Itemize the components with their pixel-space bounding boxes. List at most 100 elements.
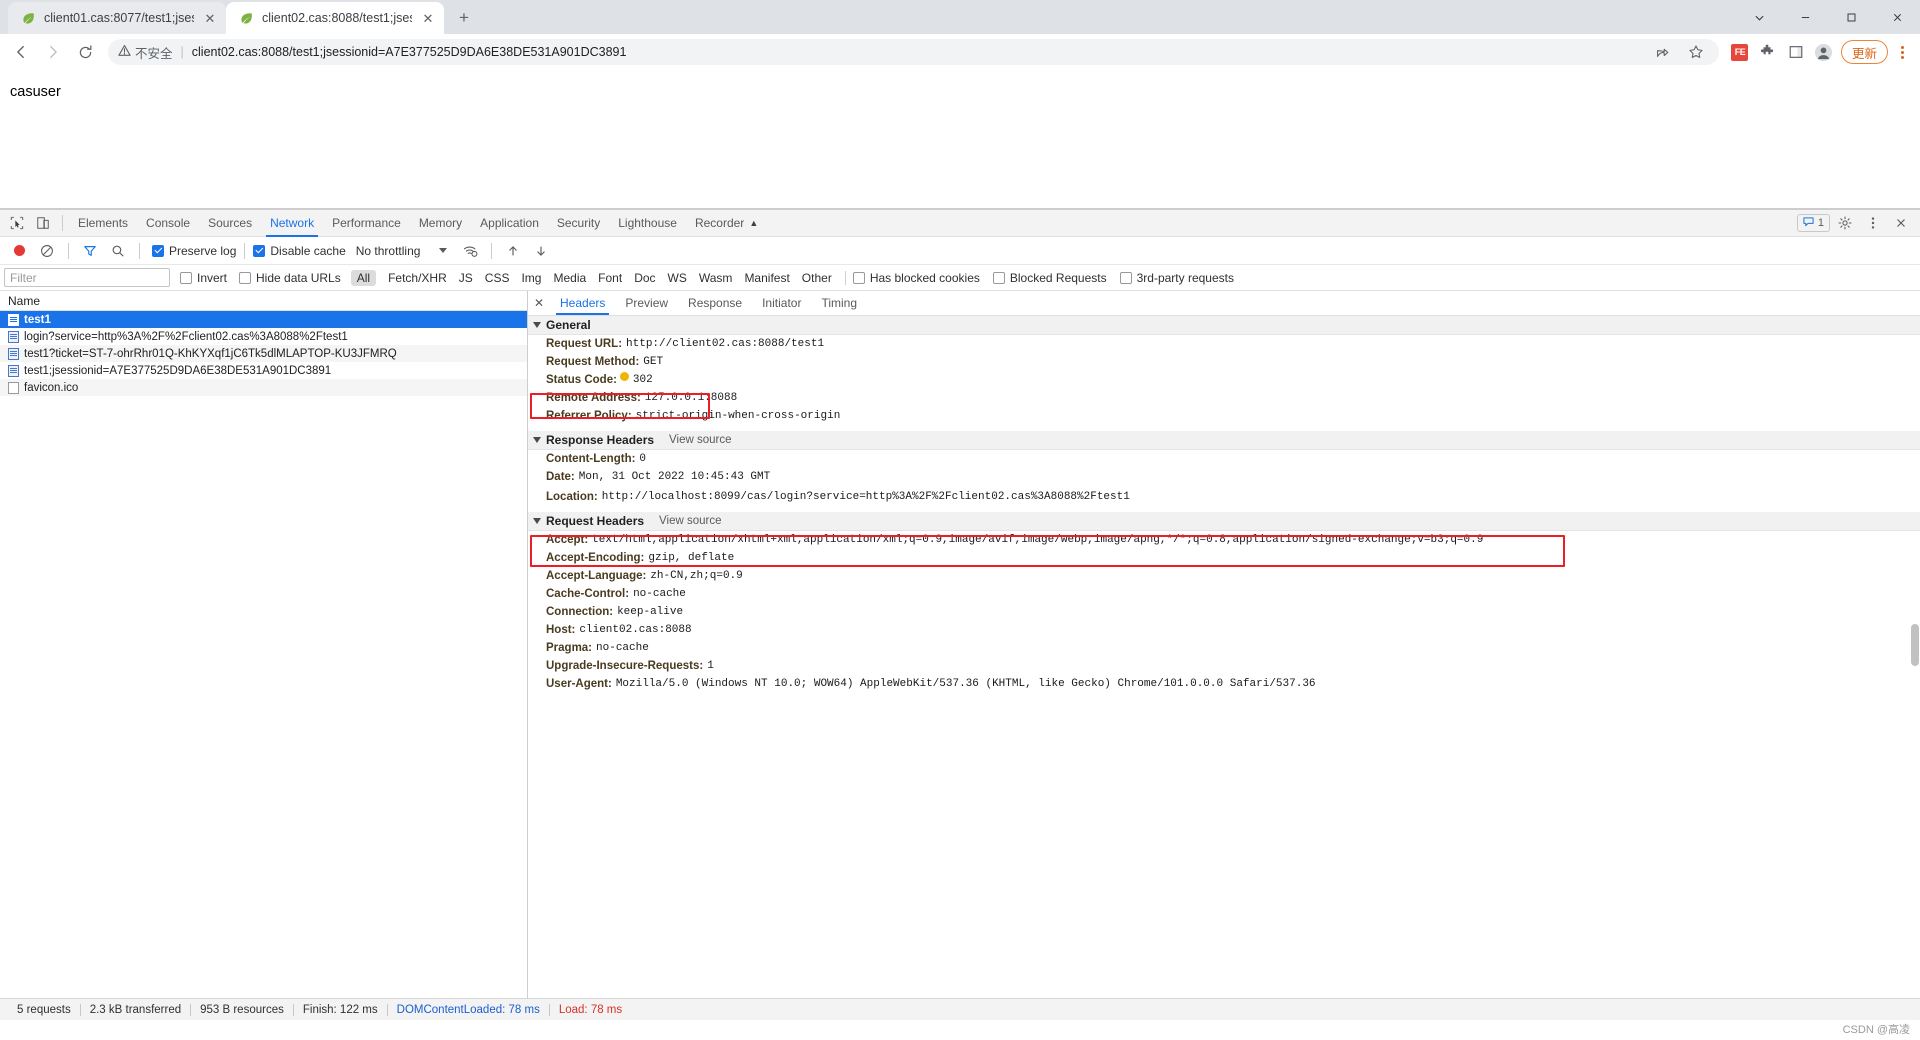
detail-tab-timing[interactable]: Timing	[811, 291, 867, 315]
section-general-header[interactable]: General	[528, 316, 1920, 335]
page-content: casuser	[0, 70, 1920, 209]
filter-type-media[interactable]: Media	[547, 270, 592, 286]
vertical-scrollbar[interactable]	[1911, 624, 1919, 666]
detail-tab-preview[interactable]: Preview	[615, 291, 678, 315]
header-value: strict-origin-when-cross-origin	[635, 410, 841, 422]
back-button[interactable]	[6, 37, 36, 67]
star-icon[interactable]	[1683, 39, 1709, 65]
invert-checkbox[interactable]: Invert	[180, 271, 227, 285]
tab-console[interactable]: Console	[137, 210, 199, 237]
blocked-requests-checkbox[interactable]: Blocked Requests	[992, 271, 1107, 285]
issues-counter[interactable]: 1	[1796, 214, 1830, 232]
header-name: Remote Address:	[546, 392, 641, 404]
filter-type-js[interactable]: JS	[453, 270, 479, 286]
header-row-connection: Connection: keep-alive	[528, 603, 1920, 621]
preserve-log-checkbox[interactable]: Preserve log	[152, 244, 236, 258]
browser-menu-chevron-icon[interactable]	[1736, 0, 1782, 34]
invert-label: Invert	[197, 270, 228, 285]
request-row-test1-jsessionid[interactable]: test1;jsessionid=A7E377525D9DA6E38DE531A…	[0, 362, 527, 379]
throttling-dropdown[interactable]: No throttling	[356, 244, 448, 258]
browser-tab-1-close-icon[interactable]: ✕	[202, 10, 218, 26]
forward-button[interactable]	[38, 37, 68, 67]
export-har-icon[interactable]	[528, 239, 554, 263]
three-dots-vertical-icon[interactable]	[1860, 211, 1886, 235]
has-blocked-cookies-checkbox[interactable]: Has blocked cookies	[852, 271, 980, 285]
filter-type-manifest[interactable]: Manifest	[738, 270, 795, 286]
profile-avatar-icon[interactable]	[1811, 39, 1837, 65]
new-tab-button[interactable]: +	[450, 4, 478, 32]
detail-tab-response[interactable]: Response	[678, 291, 752, 315]
response-view-source-link[interactable]: View source	[669, 434, 731, 446]
update-button[interactable]: 更新	[1840, 40, 1888, 64]
browser-toolbar: 不安全 | client02.cas:8088/test1;jsessionid…	[0, 34, 1920, 70]
header-name: Pragma:	[546, 642, 593, 654]
header-value: no-cache	[596, 642, 649, 654]
search-icon[interactable]	[105, 239, 131, 263]
three-dots-menu-icon[interactable]	[1890, 39, 1914, 65]
tab-security[interactable]: Security	[548, 210, 609, 237]
filter-type-fetch-xhr[interactable]: Fetch/XHR	[382, 270, 453, 286]
filter-type-font[interactable]: Font	[592, 270, 628, 286]
detail-close-icon[interactable]: ✕	[528, 291, 550, 315]
tab-sources[interactable]: Sources	[199, 210, 261, 237]
browser-tab-1[interactable]: client01.cas:8077/test1;jsessio ✕	[8, 2, 226, 34]
filter-type-wasm[interactable]: Wasm	[693, 270, 739, 286]
request-list-column-header[interactable]: Name	[0, 291, 527, 311]
tab-network[interactable]: Network	[261, 210, 323, 237]
puzzle-icon[interactable]	[1755, 39, 1781, 65]
request-view-source-link[interactable]: View source	[659, 515, 721, 527]
request-row-favicon[interactable]: favicon.ico	[0, 379, 527, 396]
window-close-button[interactable]	[1874, 0, 1920, 34]
headers-scroll-area[interactable]: General Request URL: http://client02.cas…	[528, 316, 1920, 998]
record-button[interactable]	[6, 239, 32, 263]
section-request-headers-header[interactable]: Request Headers View source	[528, 512, 1920, 531]
tab-application[interactable]: Application	[471, 210, 548, 237]
detail-tab-bar: ✕ Headers Preview Response Initiator Tim…	[528, 291, 1920, 316]
detail-tab-initiator[interactable]: Initiator	[752, 291, 811, 315]
tab-memory[interactable]: Memory	[410, 210, 471, 237]
window-minimize-button[interactable]	[1782, 0, 1828, 34]
header-value: keep-alive	[617, 606, 684, 618]
reload-button[interactable]	[70, 37, 100, 67]
clear-icon[interactable]	[34, 239, 60, 263]
network-conditions-icon[interactable]	[457, 239, 483, 263]
device-toolbar-icon[interactable]	[30, 211, 56, 235]
filter-type-doc[interactable]: Doc	[628, 270, 661, 286]
filter-type-ws[interactable]: WS	[662, 270, 693, 286]
request-row-test1[interactable]: test1	[0, 311, 527, 328]
share-icon[interactable]	[1649, 39, 1675, 65]
hide-data-urls-checkbox[interactable]: Hide data URLs	[239, 271, 341, 285]
sidebar-panel-icon[interactable]	[1783, 39, 1809, 65]
status-dot-icon	[619, 372, 629, 381]
site-security-indicator[interactable]: 不安全	[118, 43, 173, 62]
detail-tab-headers[interactable]: Headers	[550, 291, 615, 315]
tab-lighthouse[interactable]: Lighthouse	[609, 210, 686, 237]
status-resources: 953 B resources	[200, 1003, 284, 1016]
browser-tab-2-close-icon[interactable]: ✕	[420, 10, 436, 26]
extension-fe-icon[interactable]: FE	[1727, 39, 1753, 65]
browser-tab-2[interactable]: client02.cas:8088/test1;jsessio ✕	[226, 2, 444, 34]
tab-performance[interactable]: Performance	[323, 210, 410, 237]
network-filter-bar: Filter Invert Hide data URLs All Fetch/X…	[0, 265, 1920, 291]
filter-input[interactable]: Filter	[4, 268, 170, 287]
header-row-location: Location: http://localhost:8099/cas/logi…	[528, 486, 1920, 508]
request-row-test1-ticket[interactable]: test1?ticket=ST-7-ohrRhr01Q-KhKYXqf1jC6T…	[0, 345, 527, 362]
inspect-element-icon[interactable]	[4, 211, 30, 235]
filter-type-other[interactable]: Other	[796, 270, 838, 286]
disable-cache-checkbox[interactable]: Disable cache	[253, 244, 346, 258]
has-blocked-cookies-checkbox-box	[852, 271, 865, 284]
gear-icon[interactable]	[1832, 211, 1858, 235]
funnel-filter-icon[interactable]	[77, 239, 103, 263]
close-x-icon[interactable]	[1888, 211, 1914, 235]
filter-type-css[interactable]: CSS	[479, 270, 516, 286]
tab-recorder[interactable]: Recorder ▲	[686, 210, 767, 237]
tab-elements[interactable]: Elements	[69, 210, 137, 237]
window-maximize-button[interactable]	[1828, 0, 1874, 34]
import-har-icon[interactable]	[500, 239, 526, 263]
third-party-requests-checkbox[interactable]: 3rd-party requests	[1119, 271, 1234, 285]
request-row-login[interactable]: login?service=http%3A%2F%2Fclient02.cas%…	[0, 328, 527, 345]
address-bar[interactable]: 不安全 | client02.cas:8088/test1;jsessionid…	[108, 39, 1719, 65]
filter-type-all[interactable]: All	[350, 269, 377, 286]
filter-type-img[interactable]: Img	[515, 270, 547, 286]
section-response-headers-header[interactable]: Response Headers View source	[528, 431, 1920, 450]
